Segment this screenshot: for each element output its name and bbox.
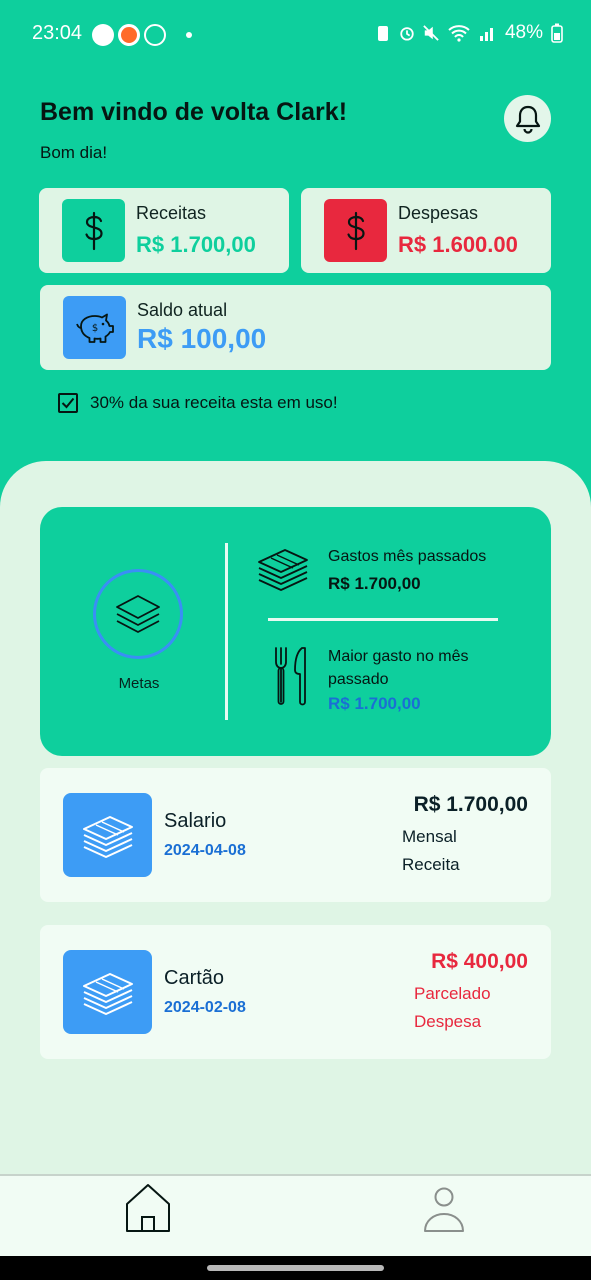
last-month-spending-value: R$ 1.700,00: [328, 574, 421, 593]
horizontal-divider: [268, 618, 498, 621]
expense-value: R$ 1.600.00: [398, 232, 518, 257]
summary-panel: Metas Gastos mês passados R$ 1.700,00 Ma…: [40, 507, 551, 756]
bell-icon: [515, 105, 540, 134]
alarm-icon: [400, 27, 414, 41]
dollar-icon: [346, 211, 365, 250]
transaction-frequency: Mensal: [402, 827, 457, 846]
usage-notice-text: 30% da sua receita esta em uso!: [90, 393, 338, 412]
usage-notice: 30% da sua receita esta em uso!: [58, 393, 338, 413]
income-icon-box: [62, 199, 125, 262]
expense-icon-box: [324, 199, 387, 262]
expense-label: Despesas: [398, 203, 479, 223]
transaction-date: 2024-02-08: [164, 999, 246, 1016]
transaction-type: Receita: [402, 855, 460, 874]
app-notification-icon: [118, 24, 140, 46]
vertical-divider: [225, 543, 228, 720]
balance-label: Saldo atual: [137, 300, 228, 320]
bottom-nav: [0, 1174, 591, 1256]
money-stack-icon: [82, 973, 133, 1015]
balance-value: R$ 100,00: [137, 323, 267, 354]
money-stack-icon: [258, 549, 308, 591]
transaction-icon-box: [63, 950, 152, 1034]
transaction-name: Cartão: [164, 967, 225, 989]
svg-text:$: $: [91, 323, 97, 334]
income-card[interactable]: Receitas R$ 1.700,00: [39, 188, 289, 273]
transaction-amount: R$ 1.700,00: [413, 793, 528, 816]
wifi-icon: [448, 25, 470, 42]
layers-icon: [116, 595, 160, 633]
transaction-date: 2024-04-08: [164, 842, 246, 859]
expense-card[interactable]: Despesas R$ 1.600.00: [301, 188, 551, 273]
income-label: Receitas: [136, 203, 207, 223]
status-time: 23:04: [32, 22, 83, 44]
biggest-expense-value: R$ 1.700,00: [328, 694, 421, 713]
checkbox-icon: [58, 393, 78, 413]
page-title: Bem vindo de volta Clark!: [40, 98, 348, 126]
goals-button[interactable]: [93, 569, 183, 659]
subtitle: Bom dia!: [40, 143, 108, 162]
system-icons: 48%: [375, 22, 563, 44]
transaction-item[interactable]: Salario 2024-04-08 R$ 1.700,00 Mensal Re…: [40, 768, 551, 902]
transaction-name: Salario: [164, 810, 227, 832]
app-notification-icon: [92, 24, 114, 46]
transaction-frequency: Parcelado: [414, 984, 491, 1003]
transaction-icon-box: [63, 793, 152, 877]
signal-icon: [479, 28, 493, 41]
mute-icon: [423, 25, 439, 41]
biggest-expense-label: Maior gasto no mês passado: [328, 648, 469, 688]
balance-icon-box: $: [63, 296, 126, 359]
goals-label: Metas: [118, 675, 160, 692]
last-month-spending-label: Gastos mês passados: [328, 548, 487, 565]
notifications-button[interactable]: [504, 95, 551, 142]
fingerprint-icon: [144, 24, 166, 46]
home-icon[interactable]: [124, 1182, 172, 1234]
income-value: R$ 1.700,00: [136, 232, 256, 257]
user-icon[interactable]: [420, 1184, 468, 1236]
transaction-amount: R$ 400,00: [431, 950, 528, 973]
transaction-item[interactable]: Cartão 2024-02-08 R$ 400,00 Parcelado De…: [40, 925, 551, 1059]
balance-card[interactable]: $ Saldo atual R$ 100,00: [40, 285, 551, 370]
home-indicator[interactable]: [207, 1265, 384, 1271]
battery-level: 48%: [504, 22, 543, 43]
battery-saver-icon: [377, 26, 388, 41]
transaction-type: Despesa: [414, 1012, 482, 1031]
notification-icons: [92, 24, 192, 46]
money-stack-icon: [82, 816, 133, 858]
more-notifications-icon: [186, 32, 192, 38]
dollar-icon: [84, 211, 103, 250]
status-bar: 23:04 48%: [0, 0, 591, 70]
gesture-bar: [0, 1256, 591, 1280]
fork-knife-icon: [275, 647, 306, 706]
battery-icon: [551, 23, 563, 43]
piggy-bank-icon: $: [75, 313, 114, 343]
